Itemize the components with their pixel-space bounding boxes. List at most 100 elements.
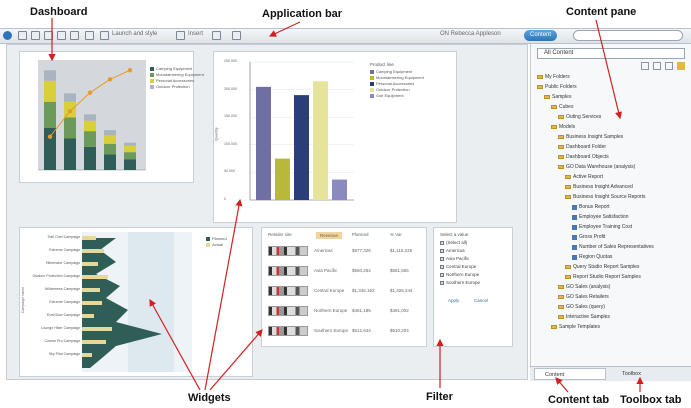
- pareto-bar-segment: [84, 146, 96, 170]
- toolbox-tab[interactable]: Toolbox: [612, 368, 684, 380]
- tree-node[interactable]: Outing Services: [558, 114, 601, 120]
- filter-option[interactable]: Americas: [440, 248, 465, 253]
- tree-node[interactable]: Samples: [544, 94, 571, 100]
- widget-bar-chart[interactable]: Quantity 250,000 200,000 150,000 100,000 50,…: [213, 51, 457, 223]
- open-icon[interactable]: [31, 31, 40, 40]
- filter-title: Select a value: [440, 232, 469, 237]
- insert-icon[interactable]: [176, 31, 185, 40]
- widget-campaign-chart[interactable]: Trail Chef Campaign Extreme Campaign Hiber…: [19, 227, 253, 377]
- table-cell: $491,002: [390, 308, 409, 313]
- tree-node[interactable]: Business Insight Samples: [558, 134, 623, 140]
- folder-icon: [558, 295, 564, 299]
- callout-content-pane: Content pane: [566, 6, 637, 18]
- widget-pareto-chart[interactable]: Camping Equipment Mountaineering Equipme…: [19, 51, 204, 183]
- checkbox-icon[interactable]: [440, 256, 444, 261]
- folder-icon: [565, 265, 571, 269]
- tree-node[interactable]: GO Sales (query): [558, 304, 605, 310]
- layout-icon[interactable]: [100, 31, 109, 40]
- new-icon[interactable]: [18, 31, 27, 40]
- report-icon: [572, 214, 577, 220]
- tree-node[interactable]: Number of Sales Representatives: [572, 244, 654, 250]
- tree-node[interactable]: Business Insight Source Reports: [565, 194, 646, 200]
- tree-node[interactable]: Interactive Samples: [558, 314, 610, 320]
- campaign-label: Extreme Campaign: [49, 248, 80, 252]
- legend-title: Product line: [370, 62, 394, 67]
- tree-node[interactable]: GO Sales Retailers: [558, 294, 609, 300]
- undo-icon[interactable]: [57, 31, 66, 40]
- report-icon: [572, 204, 577, 210]
- y-axis-label: Campaign name: [21, 286, 26, 314]
- actual-bar: [82, 327, 112, 331]
- tree-node[interactable]: Report Studio Report Samples: [565, 274, 641, 280]
- insert-menu[interactable]: Insert: [188, 31, 203, 37]
- checkbox-icon[interactable]: [440, 248, 444, 253]
- tree-node[interactable]: Active Report: [565, 174, 603, 180]
- tree-node[interactable]: Employee Training Cost: [572, 224, 632, 230]
- checkbox-icon[interactable]: [440, 240, 444, 245]
- content-pane-tabs: Content Toolbox: [530, 366, 691, 381]
- content-tab[interactable]: Content: [534, 368, 606, 380]
- checkbox-icon[interactable]: [440, 264, 444, 269]
- table-header[interactable]: Retailer site: [268, 232, 292, 237]
- table-header[interactable]: Planned: [352, 232, 369, 237]
- checkbox-icon[interactable]: [440, 280, 444, 285]
- cancel-button[interactable]: Cancel: [474, 298, 488, 303]
- campaign-label: Trail Chef Campaign: [47, 235, 80, 239]
- tree-node[interactable]: Dashboard Folder: [558, 144, 606, 150]
- tree-node[interactable]: Gross Profit: [572, 234, 605, 240]
- callout-application-bar: Application bar: [262, 8, 343, 20]
- tree-node[interactable]: Public Folders: [537, 84, 577, 90]
- tree-node[interactable]: Business Insight Advanced: [565, 184, 633, 190]
- content-filter-select[interactable]: All Content: [537, 48, 685, 59]
- filter-option[interactable]: Southern Europe: [440, 280, 480, 285]
- table-cell: $550,254: [352, 268, 371, 273]
- table-header[interactable]: % Var: [390, 232, 402, 237]
- folder-icon: [558, 135, 564, 139]
- menu-icon[interactable]: [3, 31, 12, 40]
- campaign-label: Lounge Hiker Campaign: [41, 326, 80, 330]
- list-icon[interactable]: [653, 62, 661, 70]
- cumulative-point: [67, 109, 73, 114]
- table-cell: Northern Europe: [314, 308, 348, 313]
- tree-node[interactable]: My Folders: [537, 74, 570, 80]
- actual-bar: [82, 262, 98, 266]
- save-icon[interactable]: [44, 31, 53, 40]
- content-button[interactable]: Content: [524, 30, 558, 41]
- apply-button[interactable]: Apply: [448, 298, 459, 303]
- table-header[interactable]: Revenue: [316, 232, 343, 239]
- pareto-bar-segment: [84, 131, 96, 147]
- tree-node[interactable]: Dashboard Objects: [558, 154, 609, 160]
- refresh-icon[interactable]: [85, 31, 94, 40]
- tree-node[interactable]: Models: [551, 124, 575, 130]
- folder-icon[interactable]: [677, 62, 685, 70]
- filter-option[interactable]: Central Europe: [440, 264, 476, 269]
- tree-node[interactable]: Bonus Report: [572, 204, 610, 210]
- tree-node[interactable]: Query Studio Report Samples: [565, 264, 639, 270]
- report-icon: [572, 234, 577, 240]
- filter-icon[interactable]: [212, 31, 221, 40]
- redo-icon[interactable]: [70, 31, 79, 40]
- layout-style-menu[interactable]: Launch and style: [112, 31, 157, 37]
- tree-node[interactable]: Employee Satisfaction: [572, 214, 628, 220]
- actual-bar: [82, 275, 108, 279]
- details-icon[interactable]: [665, 62, 673, 70]
- view-icon[interactable]: [641, 62, 649, 70]
- filter-option[interactable]: (Select all): [440, 240, 467, 245]
- filter-option[interactable]: Asia Pacific: [440, 256, 469, 261]
- checkbox-icon[interactable]: [440, 272, 444, 277]
- widget-filter[interactable]: Select a value (Select all) Americas Asia …: [433, 227, 513, 347]
- pareto-bar-segment: [104, 135, 116, 144]
- tree-node[interactable]: GO Sales (analysis): [558, 284, 610, 290]
- tree-node[interactable]: GO Data Warehouse (analysis): [558, 164, 635, 170]
- sparkline-cell: [268, 286, 308, 296]
- search-input[interactable]: [573, 30, 683, 41]
- widget-revenue-table[interactable]: Retailer site Revenue Planned % Var Americas…: [261, 227, 427, 347]
- cumulative-point: [127, 68, 133, 73]
- tree-node[interactable]: Region Quotas: [572, 254, 612, 260]
- table-cell: Asia Pacific: [314, 268, 338, 273]
- tree-node[interactable]: Cubes: [551, 104, 573, 110]
- tree-node[interactable]: Sample Templates: [551, 324, 600, 330]
- folder-icon: [558, 145, 564, 149]
- settings-icon[interactable]: [232, 31, 241, 40]
- filter-option[interactable]: Northern Europe: [440, 272, 479, 277]
